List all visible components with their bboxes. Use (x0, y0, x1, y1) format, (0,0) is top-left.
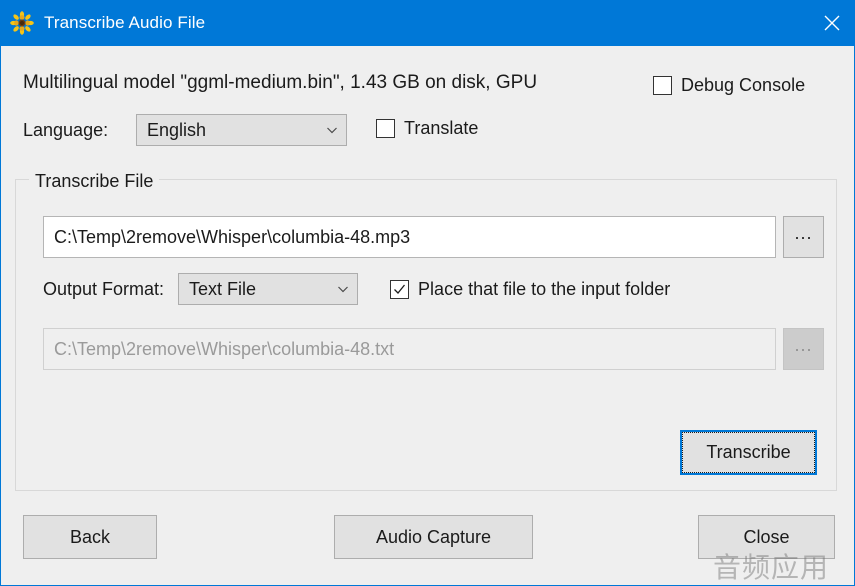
output-format-row: Output Format: Text File Place that file… (43, 273, 670, 305)
translate-checkbox[interactable]: Translate (376, 118, 478, 139)
language-select-value: English (147, 119, 207, 140)
input-file-field[interactable]: C:\Temp\2remove\Whisper\columbia-48.mp3 (43, 216, 776, 258)
chevron-down-icon (327, 127, 337, 134)
output-file-row: C:\Temp\2remove\Whisper\columbia-48.txt … (43, 328, 824, 370)
translate-checkbox-box (376, 119, 395, 138)
debug-console-checkbox[interactable]: Debug Console (653, 75, 805, 96)
place-in-input-folder-label: Place that file to the input folder (418, 278, 671, 299)
debug-console-label: Debug Console (681, 75, 806, 95)
place-in-input-folder-checkbox[interactable]: Place that file to the input folder (390, 279, 670, 300)
place-in-input-folder-checkbox-box (390, 279, 410, 299)
debug-console-checkbox-box (653, 76, 672, 95)
watermark: 音频应用 (713, 551, 830, 584)
output-format-label: Output Format: (43, 278, 165, 299)
close-icon (824, 15, 840, 31)
checkmark-icon (394, 284, 406, 294)
input-file-browse-button[interactable]: ... (783, 216, 824, 258)
model-info-text: Multilingual model "ggml-medium.bin", 1.… (23, 72, 538, 93)
back-button[interactable]: Back (23, 515, 157, 559)
transcribe-button[interactable]: Transcribe (680, 430, 817, 475)
chevron-down-icon (338, 286, 348, 293)
output-file-field: C:\Temp\2remove\Whisper\columbia-48.txt (43, 328, 776, 370)
transcribe-audio-file-window: Transcribe Audio File Multilingual model… (0, 0, 855, 586)
language-row: Language: English (23, 114, 347, 146)
input-file-row: C:\Temp\2remove\Whisper\columbia-48.mp3 … (43, 216, 824, 258)
output-file-browse-button: ... (783, 328, 824, 370)
title-bar: Transcribe Audio File (1, 0, 854, 46)
translate-label: Translate (404, 118, 479, 138)
output-format-select[interactable]: Text File (178, 273, 359, 305)
output-format-select-value: Text File (189, 278, 257, 299)
window-title: Transcribe Audio File (44, 13, 206, 32)
language-select[interactable]: English (136, 114, 347, 146)
transcribe-button-label: Transcribe (682, 432, 815, 473)
audio-capture-button[interactable]: Audio Capture (334, 515, 533, 559)
sunflower-icon (10, 11, 34, 35)
transcribe-file-group-legend: Transcribe File (29, 171, 160, 192)
language-label: Language: (23, 119, 109, 140)
close-window-button[interactable] (809, 0, 854, 46)
client-area: Multilingual model "ggml-medium.bin", 1.… (1, 46, 854, 585)
